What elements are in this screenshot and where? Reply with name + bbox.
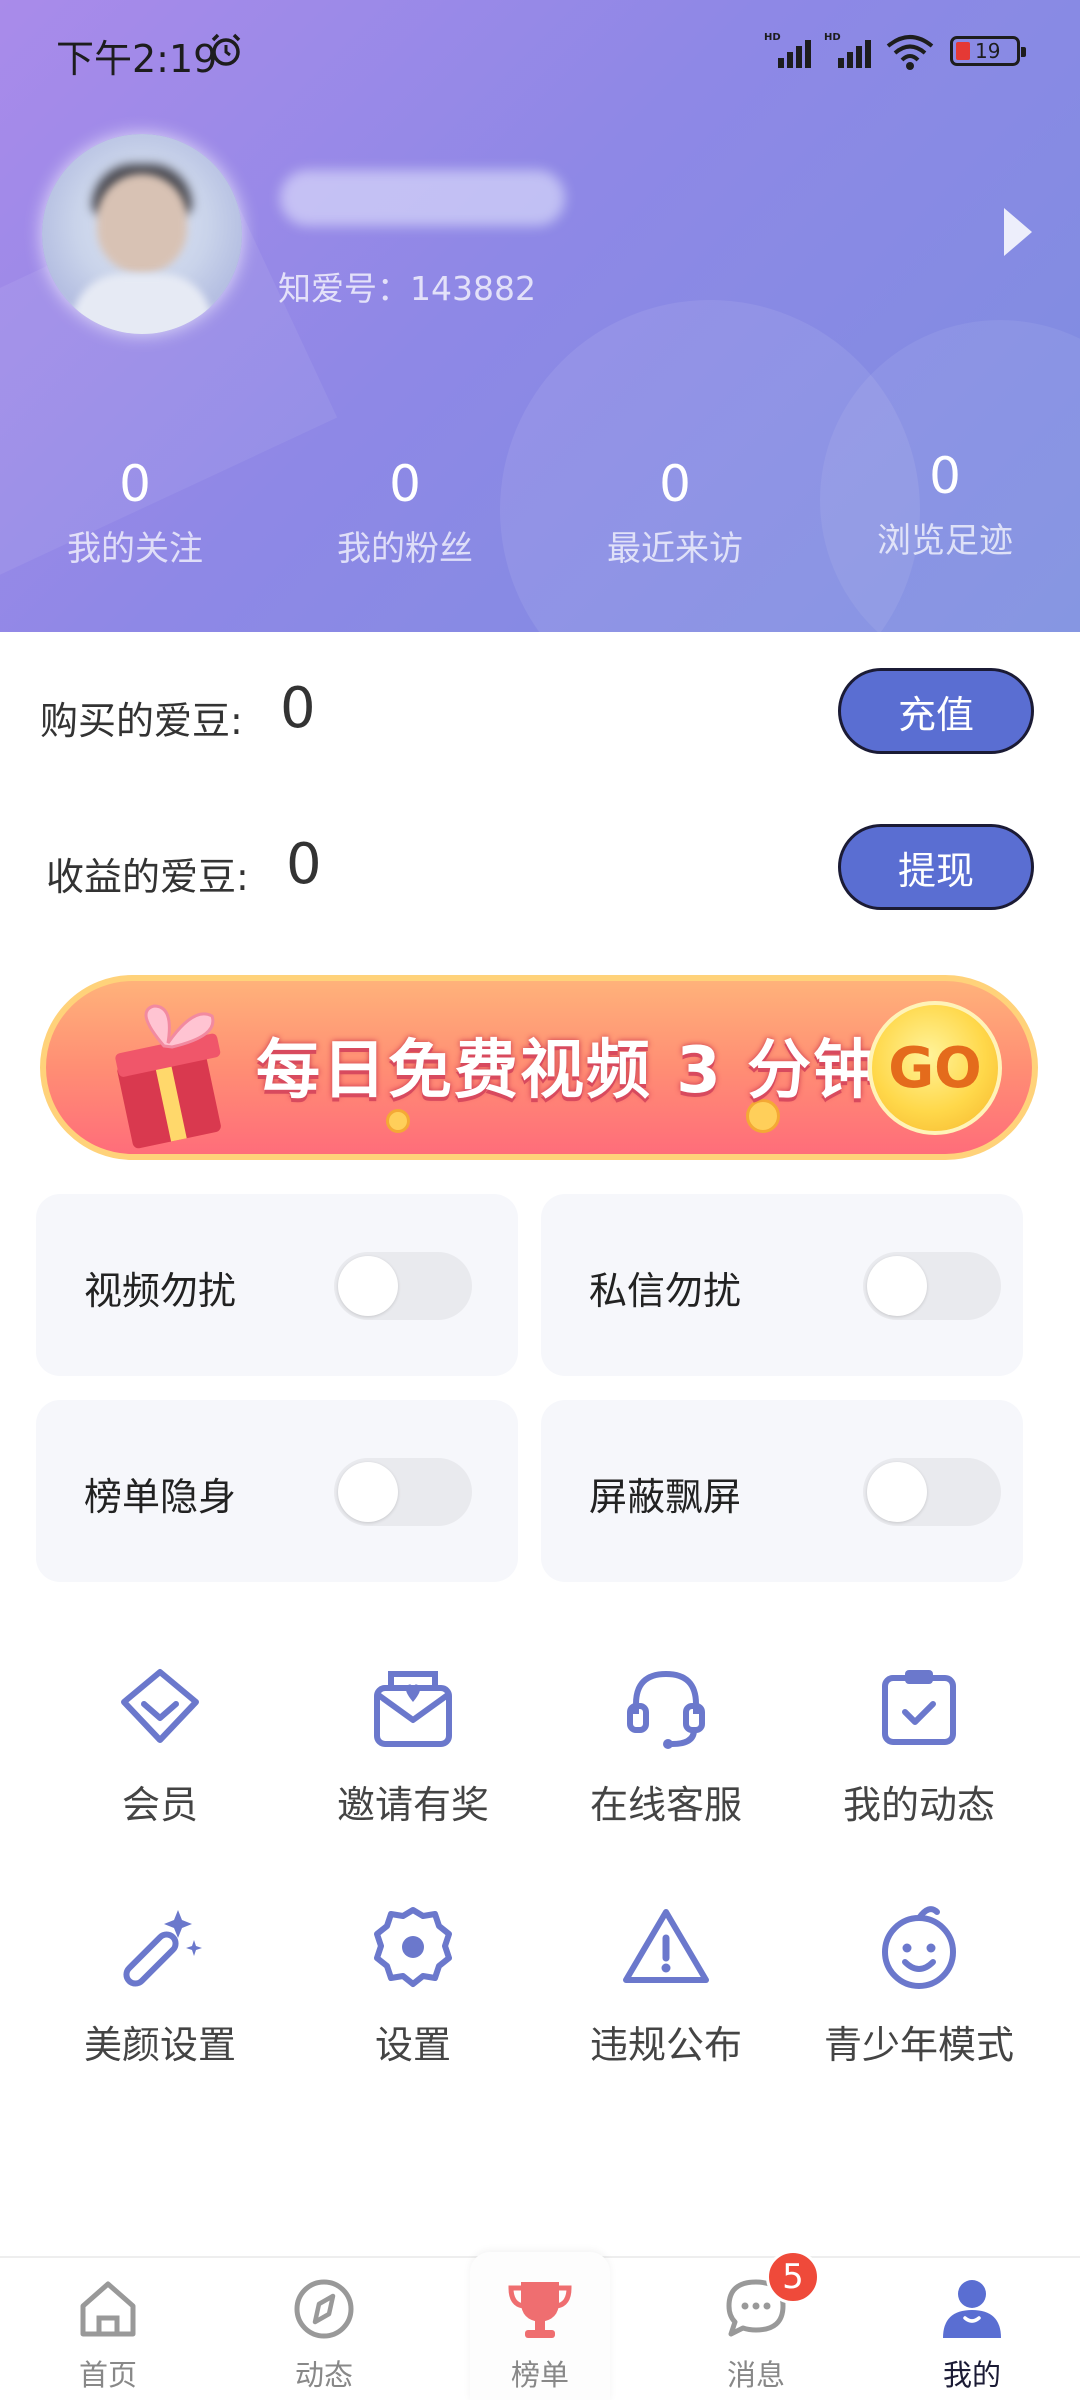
magic-wand-icon xyxy=(123,1910,202,1987)
compass-icon xyxy=(294,2279,354,2339)
envelope-heart-icon xyxy=(374,1671,452,1747)
wifi-icon xyxy=(886,35,934,70)
banner-text: 每日免费视频 3 分钟 xyxy=(256,1034,880,1108)
toggle-card-block-floating: 屏蔽飘屏 xyxy=(541,1400,1023,1582)
grid-label: 美颜设置 xyxy=(83,2023,236,2067)
stat-value: 0 xyxy=(659,455,691,513)
stat-following[interactable]: 0 我的关注 xyxy=(35,455,235,570)
tab-label: 榜单 xyxy=(510,2358,569,2392)
headset-icon xyxy=(627,1670,705,1749)
tab-label: 消息 xyxy=(726,2358,785,2392)
person-icon xyxy=(943,2280,1001,2338)
status-time: 下午2:19 xyxy=(56,37,218,81)
toggle-label: 屏蔽飘屏 xyxy=(589,1475,742,1519)
block-floating-toggle[interactable] xyxy=(863,1458,1001,1526)
tab-home[interactable]: 首页 xyxy=(18,2258,198,2400)
recharge-button[interactable]: 充值 xyxy=(838,668,1034,754)
video-dnd-toggle[interactable] xyxy=(334,1252,472,1320)
home-icon xyxy=(80,2281,136,2337)
coin-decoration xyxy=(386,1109,410,1133)
stat-value: 0 xyxy=(389,455,421,513)
rank-invisible-toggle[interactable] xyxy=(334,1458,472,1526)
tab-label: 动态 xyxy=(294,2358,353,2392)
stat-label: 最近来访 xyxy=(607,529,743,569)
diamond-icon xyxy=(121,1669,199,1743)
earned-label: 收益的爱豆: xyxy=(46,855,249,899)
signal-hd-label: HD xyxy=(764,32,781,43)
grid-item-teen-mode[interactable]: 青少年模式 xyxy=(789,1900,1049,2070)
profile-arrow-icon[interactable] xyxy=(1004,208,1032,256)
message-dnd-toggle[interactable] xyxy=(863,1252,1001,1320)
profile-header: 下午2:19 HD HD 19 知爱号：143882 0 我的关注 0 我的粉丝… xyxy=(0,0,1080,632)
grid-item-invite[interactable]: 邀请有奖 xyxy=(283,1660,543,1830)
warning-icon xyxy=(623,1909,709,1983)
go-button[interactable]: GO xyxy=(868,1001,1002,1135)
grid-label: 违规公布 xyxy=(589,2023,742,2067)
grid-label: 青少年模式 xyxy=(823,2023,1014,2067)
toggle-label: 视频勿扰 xyxy=(84,1269,237,1313)
toggle-label: 榜单隐身 xyxy=(84,1475,237,1519)
gift-icon xyxy=(115,1004,221,1149)
grid-item-beauty[interactable]: 美颜设置 xyxy=(30,1900,290,2070)
clipboard-check-icon xyxy=(882,1670,956,1745)
tab-label: 首页 xyxy=(78,2358,137,2392)
signal-hd-label: HD xyxy=(824,32,841,43)
tab-me[interactable]: 我的 xyxy=(882,2258,1062,2400)
bottom-tab-bar: 首页 动态 榜单 消息 5 我的 xyxy=(0,2250,1080,2400)
purchased-value: 0 xyxy=(280,676,316,741)
grid-item-settings[interactable]: 设置 xyxy=(283,1900,543,2070)
baby-face-icon xyxy=(882,1906,956,1989)
tab-label: 我的 xyxy=(942,2358,1001,2392)
grid-item-support[interactable]: 在线客服 xyxy=(536,1660,796,1830)
toggle-card-video-dnd: 视频勿扰 xyxy=(36,1194,518,1376)
gear-icon xyxy=(374,1907,452,1987)
toggle-label: 私信勿扰 xyxy=(589,1269,742,1313)
toggle-card-rank-invisible: 榜单隐身 xyxy=(36,1400,518,1582)
grid-label: 会员 xyxy=(121,1783,198,1827)
stat-footprints[interactable]: 0 浏览足迹 xyxy=(845,447,1045,562)
withdraw-button[interactable]: 提现 xyxy=(838,824,1034,910)
stat-visitors[interactable]: 0 最近来访 xyxy=(575,455,775,570)
grid-label: 我的动态 xyxy=(842,1783,995,1827)
purchased-balance-row: 购买的爱豆: 0 充值 xyxy=(0,668,1080,758)
grid-item-violations[interactable]: 违规公布 xyxy=(536,1900,796,2070)
battery-level: 19 xyxy=(975,39,1001,63)
grid-label: 设置 xyxy=(374,2023,451,2067)
earned-balance-row: 收益的爱豆: 0 提现 xyxy=(0,824,1080,914)
status-bar: 下午2:19 HD HD 19 xyxy=(0,0,1080,100)
username-blurred xyxy=(280,170,565,226)
stat-value: 0 xyxy=(119,455,151,513)
avatar[interactable] xyxy=(42,134,242,334)
grid-item-vip[interactable]: 会员 xyxy=(30,1660,290,1830)
earned-value: 0 xyxy=(286,832,322,897)
message-badge: 5 xyxy=(766,2250,820,2304)
free-video-banner[interactable]: 每日免费视频 3 分钟 GO xyxy=(40,975,1038,1160)
stats-row: 0 我的关注 0 我的粉丝 0 最近来访 0 浏览足迹 xyxy=(0,447,1080,585)
purchased-label: 购买的爱豆: xyxy=(40,699,243,743)
stat-value: 0 xyxy=(929,447,961,505)
trophy-icon xyxy=(508,2282,572,2338)
stat-label: 我的粉丝 xyxy=(337,529,473,569)
grid-label: 邀请有奖 xyxy=(336,1783,489,1827)
alarm-icon xyxy=(211,33,241,66)
stat-label: 我的关注 xyxy=(67,529,203,569)
grid-item-my-posts[interactable]: 我的动态 xyxy=(789,1660,1049,1830)
user-id: 知爱号：143882 xyxy=(278,269,536,308)
tab-feed[interactable]: 动态 xyxy=(234,2258,414,2400)
signal-icon: HD xyxy=(764,32,811,68)
stat-label: 浏览足迹 xyxy=(877,521,1013,561)
toggle-card-message-dnd: 私信勿扰 xyxy=(541,1194,1023,1376)
battery-icon: 19 xyxy=(950,36,1026,66)
tab-ranking[interactable]: 榜单 xyxy=(450,2258,630,2400)
signal-icon: HD xyxy=(824,32,871,68)
stat-fans[interactable]: 0 我的粉丝 xyxy=(305,455,505,570)
grid-label: 在线客服 xyxy=(589,1783,742,1827)
